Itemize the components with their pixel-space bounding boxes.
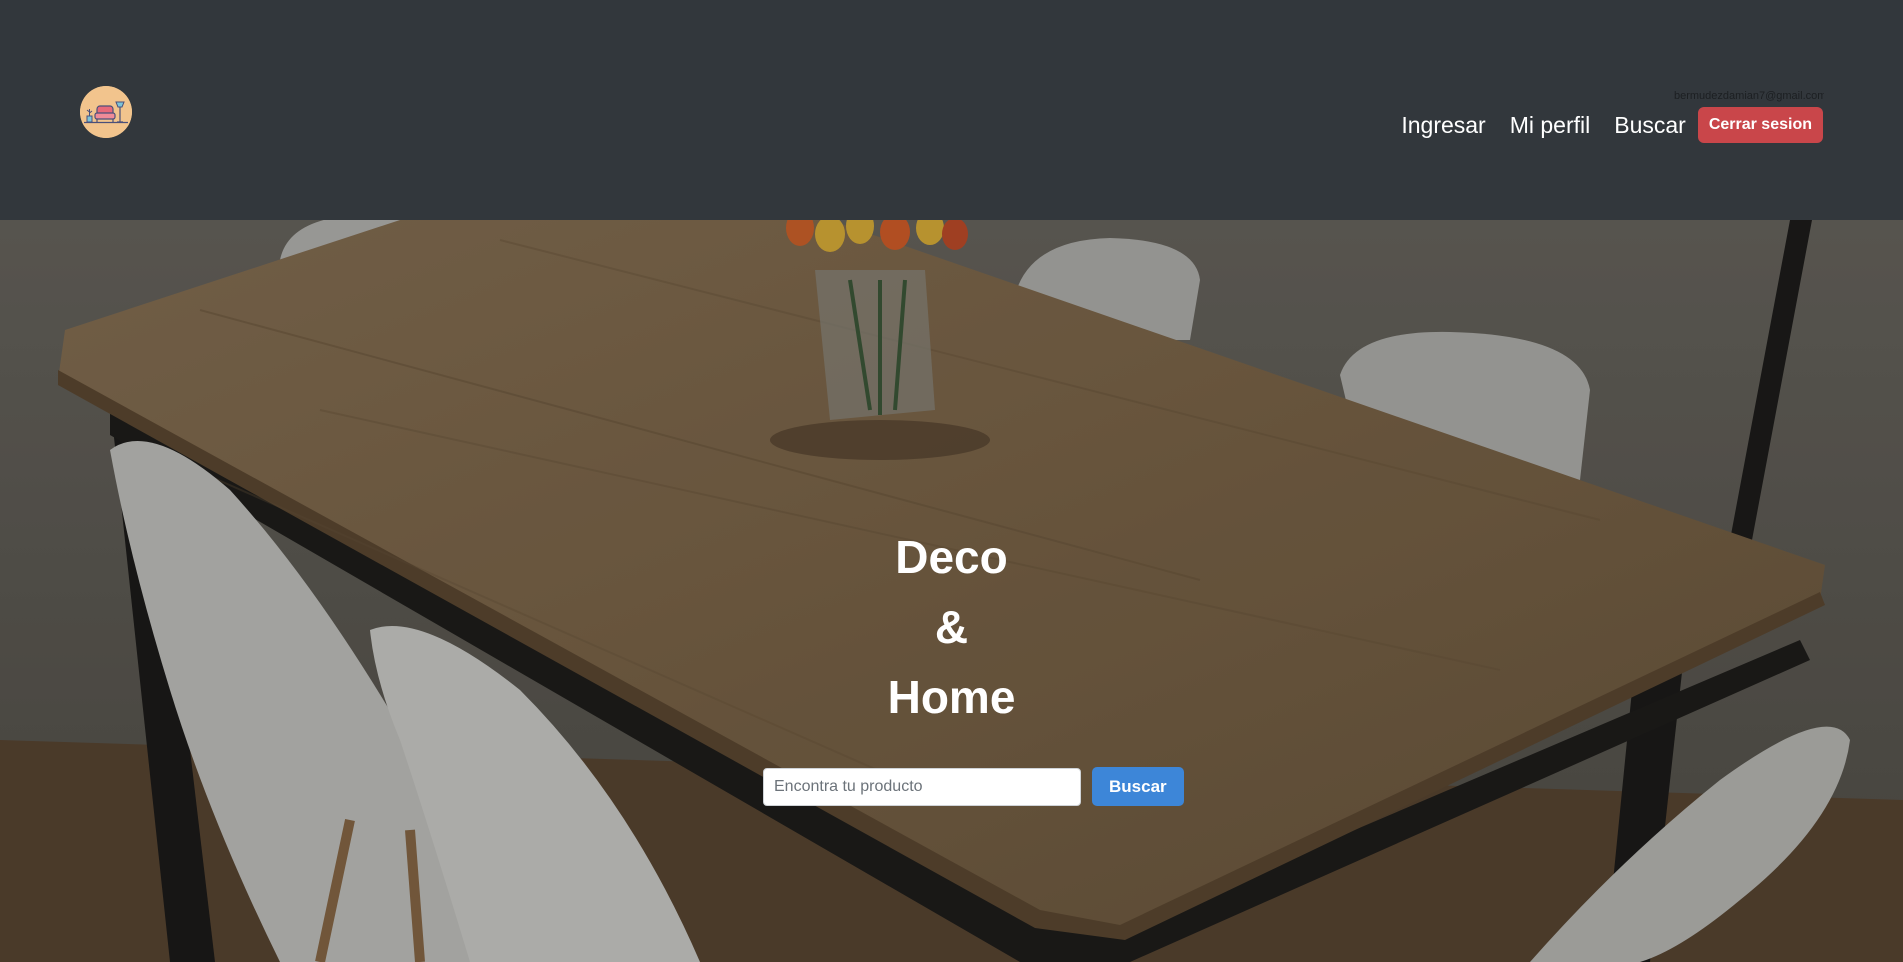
hero-title-line-1: Deco [895,531,1008,583]
search-button[interactable]: Buscar [1092,767,1184,806]
product-search-input[interactable] [763,767,1081,806]
nav-link-search[interactable]: Buscar [1614,106,1686,144]
hero-title-line-3: Home [887,671,1016,723]
user-email: bermudezdamian7@gmail.com [1674,90,1824,102]
hero-title: Deco & Home [0,522,1903,732]
navbar: bermudezdamian7@gmail.com Ingresar Mi pe… [0,0,1903,220]
hero-search-form: Buscar [763,767,1184,806]
furniture-logo-icon[interactable] [80,86,132,138]
logout-button[interactable]: Cerrar sesion [1697,107,1823,143]
hero-title-line-2: & [934,601,969,653]
hero-section: Deco & Home Buscar [0,220,1903,962]
nav-link-profile[interactable]: Mi perfil [1510,106,1591,144]
nav-links: Ingresar Mi perfil Buscar Cerrar sesion [1401,106,1823,144]
nav-link-login[interactable]: Ingresar [1401,106,1485,144]
page: bermudezdamian7@gmail.com Ingresar Mi pe… [0,0,1903,962]
